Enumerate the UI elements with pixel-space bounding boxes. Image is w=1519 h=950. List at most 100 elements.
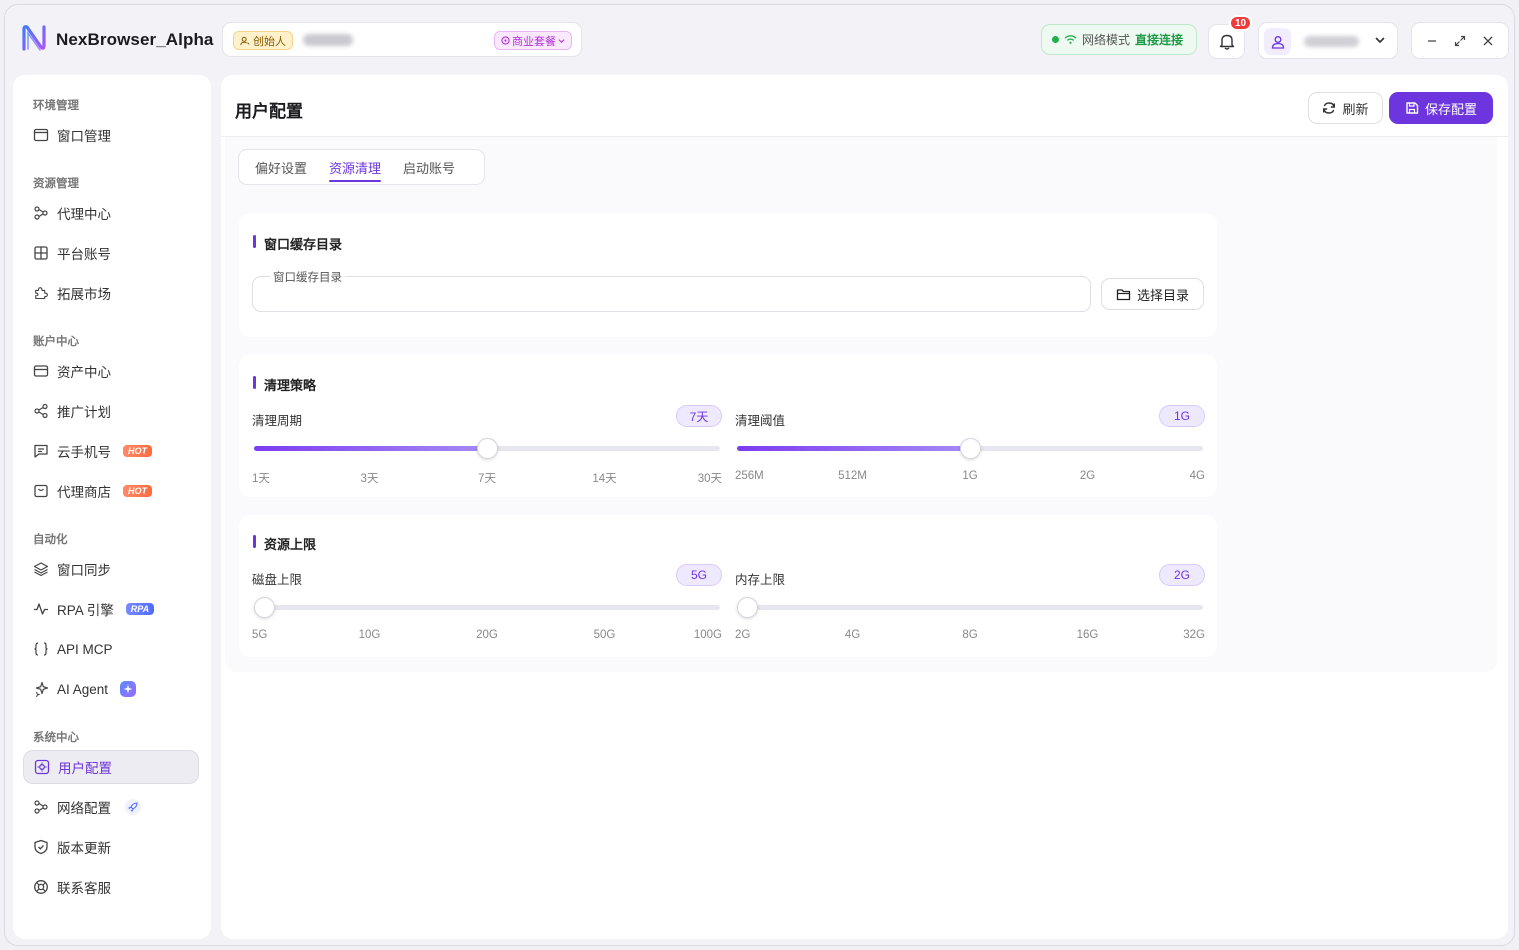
slider-track[interactable] bbox=[254, 597, 720, 618]
sidebar-item-cloud-phone[interactable]: 云手机号 HOT bbox=[23, 434, 199, 468]
slider-thumb[interactable] bbox=[960, 438, 981, 459]
maximize-button[interactable] bbox=[1450, 31, 1470, 51]
card-title: 资源上限 bbox=[253, 534, 316, 553]
minimize-icon bbox=[1428, 39, 1436, 42]
plan-icon bbox=[501, 36, 510, 45]
slider-ticks: 2G 4G 8G 16G 32G bbox=[735, 629, 1205, 643]
minimize-button[interactable] bbox=[1422, 31, 1442, 51]
sidebar-item-label: AI Agent bbox=[57, 681, 109, 697]
slider-thumb[interactable] bbox=[477, 438, 498, 459]
role-label: 创始人 bbox=[253, 35, 286, 48]
main-content: 用户配置 刷新 保存配置 偏好设置 资源清理 启动账号 窗口缓存目录 窗口缓存目… bbox=[221, 75, 1508, 939]
sidebar-item-label: 代理商店 bbox=[57, 485, 111, 500]
slider-tick-label: 10G bbox=[358, 629, 381, 641]
app-logo-icon bbox=[22, 25, 46, 51]
sidebar-item-version-update[interactable]: 版本更新 bbox=[23, 830, 199, 864]
sidebar-item-support[interactable]: 联系客服 bbox=[23, 870, 199, 904]
tab-startup-account[interactable]: 启动账号 bbox=[403, 158, 455, 177]
layers-icon bbox=[33, 562, 49, 577]
hot-badge: HOT bbox=[123, 445, 152, 457]
select-directory-button[interactable]: 选择目录 bbox=[1101, 278, 1204, 310]
user-info[interactable]: 创始人 商业套餐 bbox=[222, 22, 582, 57]
cleanup-strategy-card: 清理策略 清理周期 7天 1天 3天 7天 14天 30天 清理阈值 1G 25… bbox=[239, 354, 1217, 497]
slider-ticks: 1天 3天 7天 14天 30天 bbox=[252, 470, 722, 485]
close-icon bbox=[1483, 36, 1493, 45]
sidebar-item-proxy-store[interactable]: 代理商店 HOT bbox=[23, 474, 199, 508]
window-icon bbox=[33, 128, 49, 142]
sidebar-item-label: 推广计划 bbox=[57, 405, 111, 420]
sidebar-item-window-management[interactable]: 窗口管理 bbox=[23, 118, 199, 152]
sidebar-item-label: 网络配置 bbox=[57, 801, 111, 816]
sidebar-item-referral[interactable]: 推广计划 bbox=[23, 394, 199, 428]
slider-track[interactable] bbox=[737, 438, 1203, 459]
save-config-button[interactable]: 保存配置 bbox=[1389, 92, 1493, 124]
sidebar-item-ai-agent[interactable]: AI Agent bbox=[23, 672, 199, 706]
slider-thumb[interactable] bbox=[737, 597, 758, 618]
sidebar-item-api-mcp[interactable]: API MCP bbox=[23, 632, 199, 666]
cache-directory-card: 窗口缓存目录 窗口缓存目录 选择目录 bbox=[239, 213, 1217, 337]
card-title: 窗口缓存目录 bbox=[253, 234, 342, 253]
slider-tick-label: 4G bbox=[1189, 470, 1205, 482]
ai-badge-icon bbox=[120, 681, 137, 697]
sidebar-item-network-settings[interactable]: 网络配置 bbox=[23, 790, 199, 824]
slider-label: 磁盘上限 bbox=[252, 573, 303, 587]
slider-track[interactable] bbox=[737, 597, 1203, 618]
section-title-environment: 环境管理 bbox=[33, 100, 79, 112]
slider-track[interactable] bbox=[254, 438, 720, 459]
slider-tick-label: 512M bbox=[838, 470, 867, 482]
hot-badge: HOT bbox=[123, 485, 152, 497]
plan-badge[interactable]: 商业套餐 bbox=[494, 31, 572, 50]
slider-thumb[interactable] bbox=[254, 597, 275, 618]
sparkle-icon bbox=[35, 681, 49, 697]
sidebar-item-window-sync[interactable]: 窗口同步 bbox=[23, 552, 199, 586]
tab-resource-cleanup[interactable]: 资源清理 bbox=[329, 158, 382, 182]
tab-preferences[interactable]: 偏好设置 bbox=[255, 158, 307, 177]
resource-limit-card: 资源上限 磁盘上限 5G 5G 10G 20G 50G 100G 内存上限 2G bbox=[239, 515, 1217, 657]
sidebar-item-label: 版本更新 bbox=[57, 841, 111, 856]
slider-tick-label: 20G bbox=[476, 629, 498, 641]
wifi-icon bbox=[1064, 35, 1077, 44]
slider-tick-label: 8G bbox=[962, 629, 978, 641]
sidebar-item-platform-accounts[interactable]: 平台账号 bbox=[23, 236, 199, 270]
slider-tick-label: 5G bbox=[252, 629, 268, 641]
sidebar-item-rpa-engine[interactable]: RPA 引擎 RPA bbox=[23, 592, 199, 626]
sidebar-item-label: 代理中心 bbox=[57, 207, 111, 222]
slider-value-badge: 1G bbox=[1159, 405, 1205, 427]
slider-tick-label: 4G bbox=[844, 629, 861, 641]
select-directory-label: 选择目录 bbox=[1136, 287, 1189, 303]
chevron-down-icon bbox=[1375, 37, 1385, 44]
sidebar-item-proxy-center[interactable]: 代理中心 bbox=[23, 196, 199, 230]
sidebar-item-label: 拓展市场 bbox=[57, 287, 111, 302]
network-mode-value: 直接连接 bbox=[1135, 33, 1184, 47]
network-status-dot bbox=[1052, 36, 1059, 43]
cache-directory-label: 窗口缓存目录 bbox=[270, 269, 345, 285]
role-badge: 创始人 bbox=[233, 31, 293, 50]
slider-ticks: 5G 10G 20G 50G 100G bbox=[252, 629, 722, 643]
network-icon bbox=[34, 800, 48, 814]
rpa-badge: RPA bbox=[125, 603, 155, 615]
section-title-automation: 自动化 bbox=[33, 534, 68, 546]
plan-label: 商业套餐 bbox=[512, 35, 556, 48]
sidebar-item-label: 资产中心 bbox=[57, 365, 111, 380]
message-icon bbox=[34, 444, 48, 458]
account-menu[interactable] bbox=[1258, 22, 1398, 59]
proxy-icon bbox=[34, 206, 48, 220]
settings-tabs: 偏好设置 资源清理 启动账号 bbox=[238, 149, 485, 185]
close-button[interactable] bbox=[1478, 31, 1498, 51]
refresh-button[interactable]: 刷新 bbox=[1308, 92, 1383, 124]
sidebar-item-user-settings[interactable]: 用户配置 bbox=[23, 750, 199, 784]
slider-tick-label: 14天 bbox=[592, 473, 617, 485]
section-title-resources: 资源管理 bbox=[33, 178, 79, 190]
slider-tick-label: 7天 bbox=[478, 473, 496, 485]
sidebar-item-assets[interactable]: 资产中心 bbox=[23, 354, 199, 388]
sidebar: 环境管理 窗口管理 资源管理 代理中心 平台账号 拓展市场 账户中心 资产中心 … bbox=[13, 75, 211, 939]
network-mode[interactable]: 网络模式 直接连接 bbox=[1041, 24, 1197, 55]
slider-tick-label: 256M bbox=[735, 470, 764, 482]
cleanup-threshold-slider: 清理阈值 1G 256M 512M 1G 2G 4G bbox=[735, 405, 1205, 500]
grid-icon bbox=[34, 246, 48, 260]
slider-tick-label: 30天 bbox=[697, 473, 722, 485]
cache-directory-input[interactable] bbox=[252, 276, 1091, 312]
slider-fill bbox=[737, 446, 970, 451]
sidebar-item-extension-market[interactable]: 拓展市场 bbox=[23, 276, 199, 310]
slider-tick-label: 3天 bbox=[360, 473, 379, 485]
